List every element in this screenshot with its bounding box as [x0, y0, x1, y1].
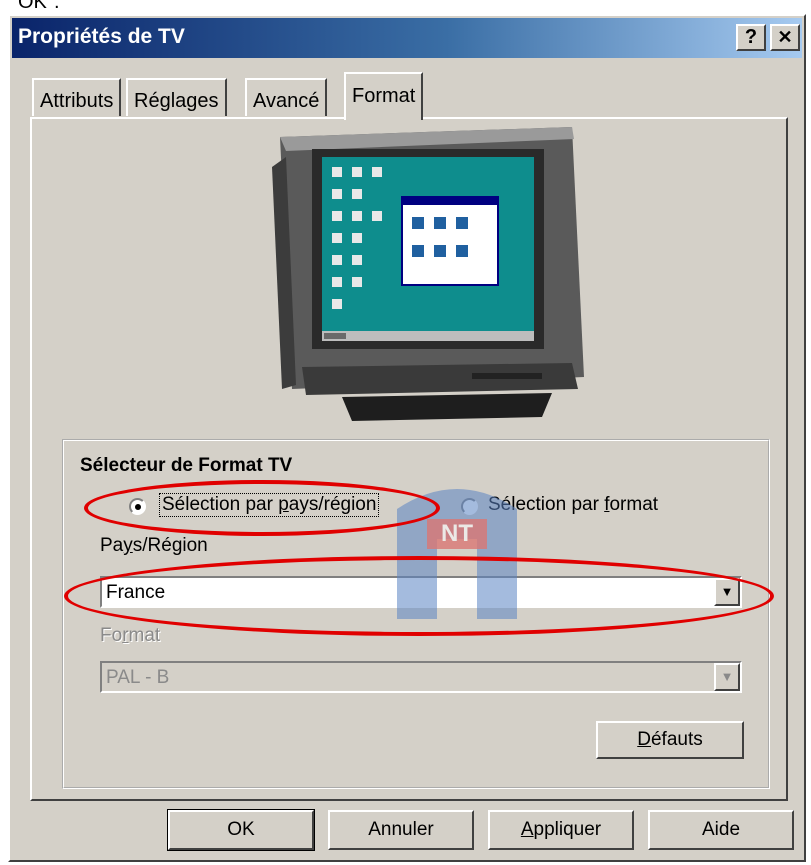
radio-by-format-label[interactable]: Sélection par format [488, 494, 658, 516]
radio-selected-dot [135, 504, 141, 510]
ok-button[interactable]: OK [167, 809, 315, 851]
help-button[interactable]: Aide [648, 810, 794, 850]
title-bar[interactable]: Propriétés de TV ? ✕ [12, 18, 802, 58]
country-value: France [106, 582, 166, 603]
radio-by-format[interactable] [461, 498, 478, 515]
format-label: Format [100, 625, 161, 646]
radio-by-country[interactable] [129, 498, 146, 515]
tab-avance[interactable]: Avancé [245, 78, 328, 116]
format-combobox[interactable]: PAL - B ▼ [100, 661, 742, 693]
cropped-text: OK". [18, 0, 60, 13]
group-title: Sélecteur de Format TV [80, 455, 293, 476]
radio-by-country-label[interactable]: Sélection par pays/région [158, 493, 380, 517]
apply-button[interactable]: Appliquer [488, 810, 634, 850]
cancel-button[interactable]: Annuler [328, 810, 474, 850]
tv-format-selector-group: Sélecteur de Format TV Sélection par pay… [62, 439, 770, 789]
country-region-label: Pays/Région [100, 535, 208, 556]
chevron-down-icon[interactable]: ▼ [714, 578, 740, 606]
chevron-down-icon[interactable]: ▼ [714, 663, 740, 691]
tv-properties-dialog: Propriétés de TV ? ✕ Attributs Réglages … [8, 14, 806, 862]
format-value: PAL - B [106, 667, 170, 688]
tab-format[interactable]: Format [344, 72, 424, 120]
close-title-button[interactable]: ✕ [770, 24, 800, 51]
country-region-combobox[interactable]: France ▼ [100, 576, 742, 608]
window-title: Propriétés de TV [18, 25, 185, 48]
tab-attributs[interactable]: Attributs [32, 78, 122, 116]
format-tab-panel: NT Sélecteur de Format TV Sélection par … [30, 117, 788, 801]
tab-reglages[interactable]: Réglages [126, 78, 227, 116]
tv-image [272, 127, 584, 421]
help-title-button[interactable]: ? [736, 24, 766, 51]
defaults-button[interactable]: Défauts [596, 721, 744, 759]
